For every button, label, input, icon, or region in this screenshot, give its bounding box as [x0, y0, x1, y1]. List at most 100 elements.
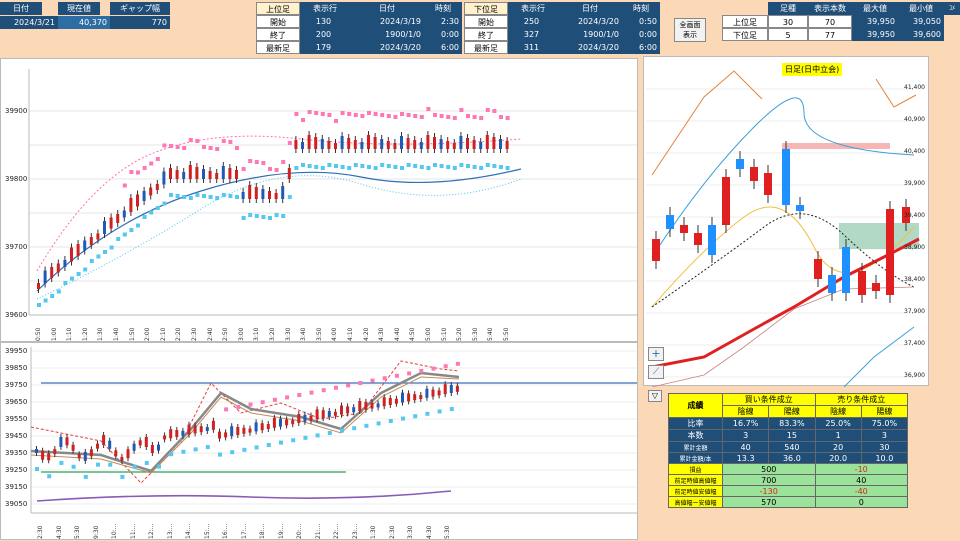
candle — [413, 140, 417, 149]
resistance-dot — [188, 138, 193, 142]
support-dot — [96, 254, 101, 259]
candle — [83, 451, 87, 461]
upper-y-tick: 39700 — [5, 243, 28, 251]
lower-end-time[interactable]: 0:00 — [622, 28, 660, 41]
resistance-dot — [236, 405, 241, 409]
fullscreen-button[interactable]: 全画面 表示 — [674, 18, 706, 42]
upper-latest-label: 最新足 — [256, 41, 300, 54]
daily-candle — [722, 177, 730, 225]
candle — [41, 450, 45, 460]
zoom-in-button[interactable]: + — [648, 347, 664, 361]
upper-start-time[interactable]: 2:30 — [424, 15, 462, 28]
lower-y-tick: 39450 — [5, 432, 28, 440]
lower-latest-time[interactable]: 6:00 — [622, 41, 660, 54]
support-dot — [35, 467, 39, 471]
upper-start-date[interactable]: 2024/3/19 — [350, 15, 424, 28]
lower-timeframe-chart[interactable]: 39950 39850 39750 39650 39550 39450 39350 39250… — [0, 342, 638, 540]
lower-latest-date[interactable]: 2024/3/20 — [558, 41, 622, 54]
support-dot — [294, 166, 299, 170]
candle — [175, 430, 179, 437]
stats-cell: 540 — [768, 441, 816, 453]
upper-latest-time[interactable]: 6:00 — [424, 41, 462, 54]
resistance-dot — [472, 115, 477, 119]
support-dot — [406, 163, 411, 167]
stats-merged-buy: 500 — [722, 463, 816, 475]
resistance-dot — [333, 385, 338, 390]
candle — [56, 263, 60, 273]
lower-x-tick: 22:... — [333, 523, 340, 539]
upper-x-tick: 4:00 — [331, 327, 339, 341]
support-dot — [155, 206, 160, 210]
lower-x-tick: 9:30 — [92, 525, 100, 539]
lower-col-date: 日付 — [558, 2, 622, 15]
support-dot — [360, 164, 365, 168]
candle — [466, 138, 469, 149]
daily-chart[interactable]: 日足(日中立会) 41,400 40,900 40,400 39,900 39,400 3… — [643, 56, 929, 387]
daily-candle — [680, 225, 688, 233]
support-dot — [142, 215, 147, 219]
lower-end-date[interactable]: 1900/1/0 — [558, 28, 622, 41]
lower-latest-rows[interactable]: 311 — [508, 41, 558, 54]
candle — [426, 135, 430, 149]
range-upper-count[interactable]: 70 — [808, 15, 852, 28]
lower-y-tick: 39950 — [5, 347, 28, 355]
support-dot — [129, 228, 134, 232]
upper-end-time[interactable]: 0:00 — [424, 28, 462, 41]
candle — [353, 140, 357, 149]
candle — [96, 233, 100, 240]
daily-y-tick: 37,900 — [904, 308, 925, 315]
candle — [505, 141, 509, 149]
candle — [224, 432, 228, 438]
upper-start-rows[interactable]: 130 — [300, 15, 350, 28]
support-dot — [169, 193, 173, 197]
range-lower-count[interactable]: 77 — [808, 28, 852, 41]
candle — [268, 191, 271, 199]
candle — [358, 401, 362, 411]
support-dot — [37, 303, 41, 307]
candle — [102, 435, 106, 446]
upper-end-rows[interactable]: 200 — [300, 28, 350, 41]
upper-latest-date[interactable]: 2024/3/20 — [350, 41, 424, 54]
lower-start-rows[interactable]: 250 — [508, 15, 558, 28]
lower-start-time[interactable]: 0:50 — [622, 15, 660, 28]
upper-x-tick: 1:00 — [50, 327, 58, 341]
candle — [388, 398, 392, 405]
draw-tool-button[interactable]: ⟋ — [648, 365, 664, 379]
upper-end-date[interactable]: 1900/1/0 — [350, 28, 424, 41]
resistance-dot — [155, 157, 160, 161]
range-lower-kind[interactable]: 5 — [768, 28, 808, 41]
upper-col-time: 時刻 — [424, 2, 462, 15]
daily-candle — [736, 159, 744, 169]
stats-title: 成績 — [668, 393, 723, 418]
lower-end-rows[interactable]: 327 — [508, 28, 558, 41]
candle — [211, 420, 215, 430]
upper-x-tick: 2:40 — [206, 327, 214, 341]
upper-x-tick: 4:40 — [393, 327, 401, 341]
candle — [120, 456, 124, 461]
support-dot — [492, 164, 497, 168]
resistance-dot — [446, 115, 451, 119]
candle — [221, 166, 225, 179]
resistance-dot — [443, 364, 448, 369]
upper-chart-canvas — [28, 69, 637, 316]
filter-icon[interactable]: ▽ — [648, 390, 662, 402]
candle — [419, 395, 423, 399]
candle — [65, 437, 69, 446]
range-upper-kind[interactable]: 30 — [768, 15, 808, 28]
upper-x-tick: 1:10 — [66, 327, 74, 341]
resistance-dot — [382, 376, 387, 381]
range-upper-max: 39,950 — [852, 15, 898, 28]
support-dot — [364, 423, 369, 428]
upper-y-tick: 39900 — [5, 107, 28, 115]
candle — [205, 427, 209, 431]
support-dot — [215, 196, 220, 200]
resistance-dot — [241, 167, 246, 171]
upper-timeframe-chart[interactable]: 39900 39800 39700 39600 0:50 1:00 1:10 1:20 1:3… — [0, 58, 638, 342]
support-dot — [59, 460, 64, 465]
lower-start-date[interactable]: 2024/3/20 — [558, 15, 622, 28]
support-dot — [157, 464, 161, 469]
upper-latest-rows[interactable]: 179 — [300, 41, 350, 54]
candle — [301, 142, 304, 149]
resistance-dot — [195, 139, 200, 143]
support-dot — [301, 163, 305, 167]
